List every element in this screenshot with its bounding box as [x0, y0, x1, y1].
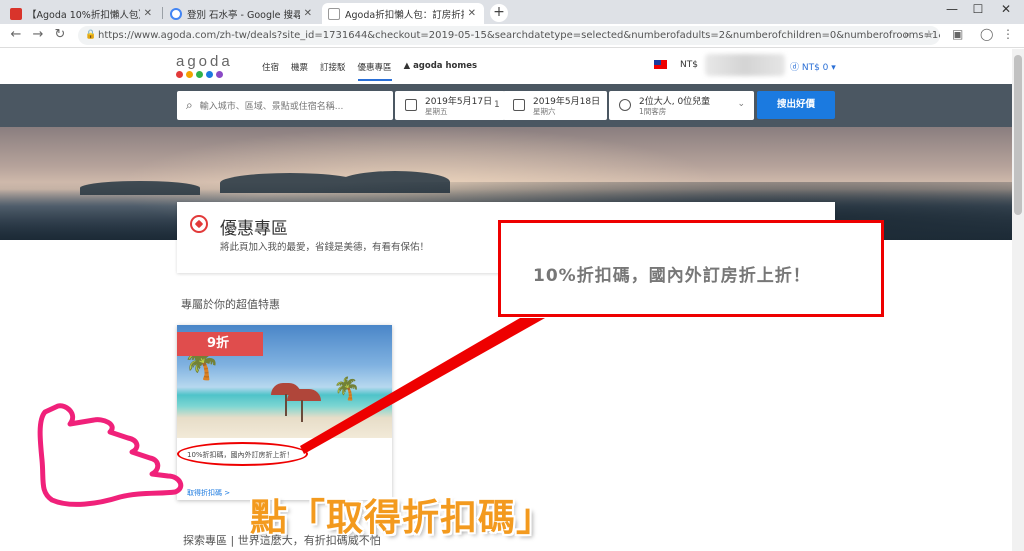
page-scrollbar[interactable] [1012, 49, 1024, 551]
pointing-hand-icon [37, 403, 184, 507]
explore-section-title: 探索專區 | 世界這麼大，有折扣碼威不怕 [183, 534, 381, 547]
scrollbar-thumb[interactable] [1014, 55, 1022, 215]
